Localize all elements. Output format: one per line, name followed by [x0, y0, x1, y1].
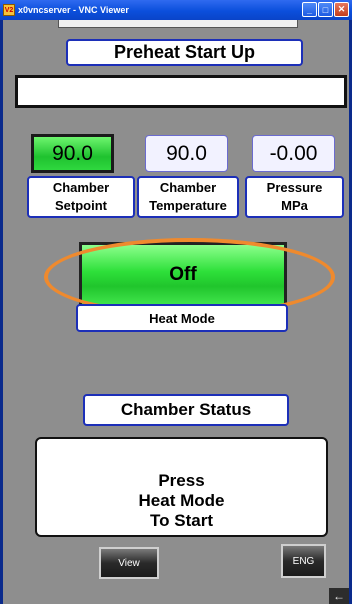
- pressure-label: Pressure MPa: [245, 176, 344, 218]
- view-button[interactable]: View: [99, 547, 159, 579]
- window-titlebar: V2 x0vncserver - VNC Viewer _ □ ✕: [0, 0, 352, 20]
- back-arrow-icon[interactable]: ←: [329, 588, 349, 604]
- message-bar: [15, 75, 347, 108]
- chamber-temperature-label-line2: Temperature: [149, 198, 227, 213]
- window-title: x0vncserver - VNC Viewer: [18, 5, 129, 15]
- chamber-temperature-label: Chamber Temperature: [137, 176, 239, 218]
- page-title: Preheat Start Up: [66, 39, 303, 66]
- status-line-3: To Start: [150, 511, 213, 530]
- chamber-setpoint-label: Chamber Setpoint: [27, 176, 135, 218]
- top-tab-strip: [58, 20, 298, 28]
- status-line-2: Heat Mode: [138, 491, 225, 510]
- close-button[interactable]: ✕: [334, 2, 349, 17]
- heat-mode-toggle-button[interactable]: Off: [79, 242, 287, 307]
- pressure-value: -0.00: [252, 135, 335, 172]
- maximize-button[interactable]: □: [318, 2, 333, 17]
- pressure-label-line1: Pressure: [266, 180, 323, 195]
- chamber-status-title: Chamber Status: [83, 394, 289, 426]
- status-line-1: Press: [158, 471, 205, 490]
- pressure-label-line2: MPa: [281, 198, 308, 213]
- chamber-setpoint-label-line1: Chamber: [52, 180, 110, 195]
- chamber-setpoint-value[interactable]: 90.0: [31, 134, 114, 173]
- window-controls: _ □ ✕: [302, 2, 349, 17]
- chamber-temperature-label-line1: Chamber: [159, 180, 217, 195]
- eng-button[interactable]: ENG: [281, 544, 326, 578]
- chamber-setpoint-label-line2: Setpoint: [55, 198, 107, 213]
- minimize-button[interactable]: _: [302, 2, 317, 17]
- hmi-panel: Preheat Start Up 90.0 90.0 -0.00 Chamber…: [3, 20, 349, 604]
- vnc-app-icon: V2: [3, 4, 15, 16]
- status-message: Press Heat Mode To Start: [139, 471, 225, 531]
- heat-mode-label: Heat Mode: [76, 304, 288, 332]
- chamber-status-panel: Press Heat Mode To Start: [35, 437, 328, 537]
- chamber-temperature-value: 90.0: [145, 135, 228, 172]
